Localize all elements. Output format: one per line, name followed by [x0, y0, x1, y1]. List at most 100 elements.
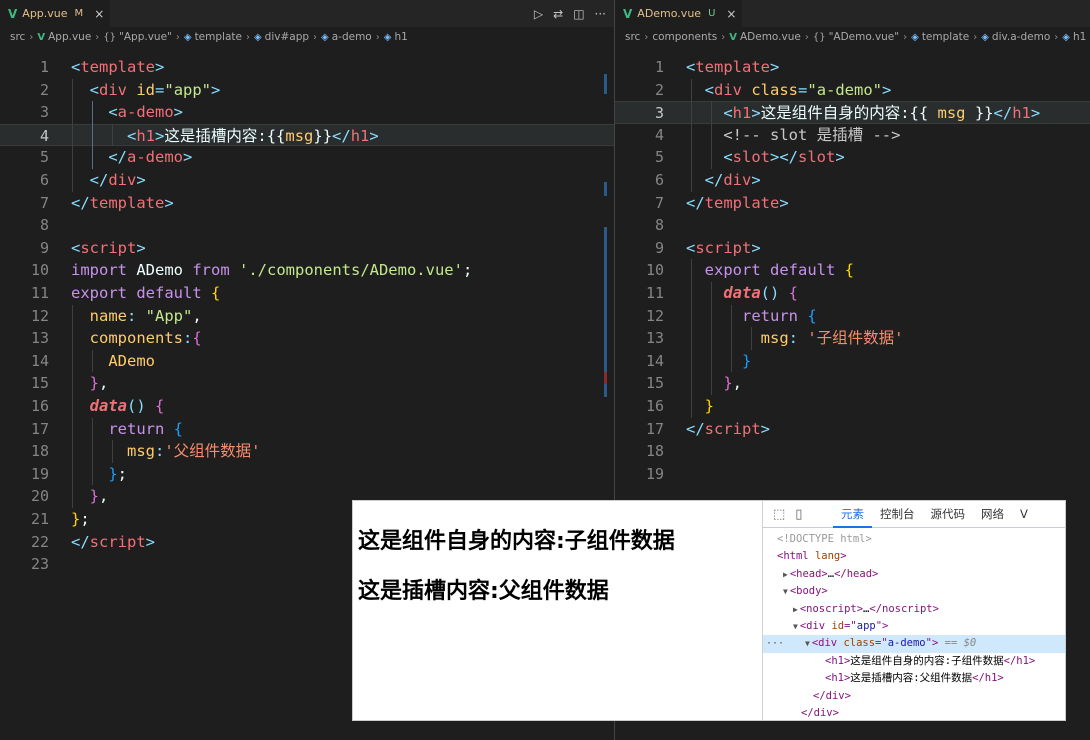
breadcrumb-item[interactable]: {} "App.vue": [103, 31, 172, 43]
code-line[interactable]: 10 export default {: [615, 259, 1090, 282]
triangle-down-icon[interactable]: ▼: [783, 587, 788, 596]
close-icon[interactable]: ×: [94, 7, 104, 21]
code-line[interactable]: 7 </template>: [615, 192, 1090, 215]
breadcrumb-item[interactable]: ◈ h1: [384, 31, 408, 43]
tab-ademo-vue[interactable]: V ADemo.vue U ×: [615, 0, 743, 27]
code-line[interactable]: 9 <script>: [615, 237, 1090, 260]
code-line[interactable]: 16 }: [615, 395, 1090, 418]
code-line[interactable]: 1 <template>: [0, 56, 614, 79]
code-line[interactable]: 4 <!-- slot 是插槽 -->: [615, 124, 1090, 147]
code-line[interactable]: 19: [615, 463, 1090, 486]
devtools-tab[interactable]: 源代码: [923, 501, 974, 528]
code-line[interactable]: 11 data() {: [615, 282, 1090, 305]
code-line[interactable]: 18: [615, 440, 1090, 463]
more-icon[interactable]: ···: [766, 635, 784, 652]
breadcrumb-item[interactable]: ◈ template: [184, 31, 242, 43]
line-number: 5: [39, 148, 49, 167]
code-token: <: [704, 80, 715, 99]
code-line[interactable]: 6 </div>: [0, 169, 614, 192]
code-token: slot: [732, 148, 770, 167]
play-icon[interactable]: ▷: [534, 7, 543, 21]
code-line[interactable]: 11 export default {: [0, 282, 614, 305]
breadcrumb-item[interactable]: components: [652, 31, 717, 43]
breadcrumb-item[interactable]: ◈ a-demo: [321, 31, 372, 43]
breadcrumb-label: src: [10, 31, 26, 43]
breadcrumb-item[interactable]: ◈ template: [911, 31, 969, 43]
code-line[interactable]: 8: [615, 214, 1090, 237]
breadcrumb-item[interactable]: src: [10, 31, 25, 43]
code-line[interactable]: 13 msg: '子组件数据': [615, 327, 1090, 350]
code-text: </a-demo>: [71, 146, 192, 169]
code-line[interactable]: 15 },: [0, 372, 614, 395]
code-line[interactable]: 5 <slot></slot>: [615, 146, 1090, 169]
split-editor-icon[interactable]: ◫: [573, 7, 584, 21]
code-line[interactable]: 12 return {: [615, 305, 1090, 328]
breadcrumb-item[interactable]: {} "ADemo.vue": [813, 31, 899, 43]
triangle-down-icon[interactable]: ▼: [805, 639, 810, 648]
breadcrumb-item[interactable]: V ADemo.vue: [729, 31, 801, 43]
code-line[interactable]: 12 name: "App",: [0, 305, 614, 328]
code-line[interactable]: 6 </div>: [615, 169, 1090, 192]
line-number: 15: [30, 374, 49, 393]
code-line[interactable]: 8: [0, 214, 614, 237]
chevron-right-icon: ›: [95, 31, 100, 43]
devtools-tab[interactable]: 网络: [973, 501, 1012, 528]
code-token: {: [844, 261, 854, 280]
triangle-right-icon[interactable]: ▶: [783, 570, 788, 579]
code-line[interactable]: 13 components:{: [0, 327, 614, 350]
line-number: 17: [645, 419, 664, 438]
devtools-tab[interactable]: 控制台: [872, 501, 923, 528]
code-token: >: [145, 532, 156, 551]
node-markup: ▶ <noscript>…</noscript>: [793, 601, 939, 618]
code-text: <template>: [686, 56, 779, 79]
dom-tree-node[interactable]: </div>: [763, 705, 1065, 720]
dom-tree-node[interactable]: ▶ <head>…</head>: [763, 566, 1065, 583]
code-line[interactable]: 10 import ADemo from './components/ADemo.…: [0, 259, 614, 282]
breadcrumb: src › components › V ADemo.vue ›{} "ADemo.vue" ›…: [615, 27, 1090, 47]
code-line[interactable]: 2 <div class="a-demo">: [615, 79, 1090, 102]
dom-tree-node[interactable]: ··· ▼ <div class="a-demo"> == $0: [763, 635, 1065, 653]
more-icon[interactable]: ···: [595, 7, 606, 21]
devtools-tab[interactable]: 元素: [833, 501, 872, 528]
code-line[interactable]: 16 data() {: [0, 395, 614, 418]
code-token: name: [89, 306, 127, 325]
dom-tree-node[interactable]: </div>: [763, 688, 1065, 705]
code-line[interactable]: 3 <h1>这是组件自身的内容:{{ msg }}</h1>: [615, 101, 1090, 124]
code-text: </script>: [71, 531, 155, 554]
node-token: <body>: [789, 585, 828, 598]
code-line[interactable]: 7 </template>: [0, 192, 614, 215]
dom-tree-node[interactable]: <h1>这是插槽内容:父组件数据</h1>: [763, 670, 1065, 687]
tab-app-vue[interactable]: V App.vue M ×: [0, 0, 111, 27]
code-token: >: [211, 80, 221, 99]
breadcrumb-item[interactable]: ◈ div#app: [254, 31, 309, 43]
devtools-tab[interactable]: V: [1012, 501, 1036, 528]
breadcrumb-item[interactable]: ◈ div.a-demo: [981, 31, 1050, 43]
breadcrumb-label: h1: [394, 31, 408, 43]
node-markup: ▼ <body>: [783, 583, 828, 600]
dom-tree-node[interactable]: ▼ <div id="app">: [763, 618, 1065, 635]
inspect-element-icon[interactable]: ⬚: [773, 507, 785, 522]
triangle-down-icon[interactable]: ▼: [793, 622, 798, 631]
code-line[interactable]: 15 },: [615, 372, 1090, 395]
breadcrumb-item[interactable]: ◈ h1: [1062, 31, 1086, 43]
triangle-right-icon[interactable]: ▶: [793, 605, 798, 614]
breadcrumb-item[interactable]: V App.vue: [37, 31, 91, 43]
code-text: <h1>这是插槽内容:{{msg}}</h1>: [71, 125, 379, 148]
close-icon[interactable]: ×: [726, 7, 736, 21]
breadcrumb-label: ADemo.vue: [739, 31, 801, 43]
breadcrumb-item[interactable]: src: [625, 31, 640, 43]
code-line[interactable]: 1 <template>: [615, 56, 1090, 79]
code-line[interactable]: 17 </script>: [615, 418, 1090, 441]
compare-icon[interactable]: ⇄: [553, 7, 563, 21]
dom-tree-node[interactable]: <h1>这是组件自身的内容:子组件数据</h1>: [763, 653, 1065, 670]
code-line[interactable]: 2 <div id="app">: [0, 79, 614, 102]
code-line[interactable]: 9 <script>: [0, 237, 614, 260]
indent-guide: [751, 327, 752, 350]
dom-tree-node[interactable]: ▼ <body>: [763, 583, 1065, 600]
code-line[interactable]: 14 }: [615, 350, 1090, 373]
device-toggle-icon[interactable]: ▯: [795, 507, 802, 522]
dom-tree-node[interactable]: ▶ <noscript>…</noscript>: [763, 601, 1065, 618]
dom-tree-node[interactable]: <html lang>: [763, 548, 1065, 565]
dom-tree-node[interactable]: <!DOCTYPE html>: [763, 531, 1065, 548]
